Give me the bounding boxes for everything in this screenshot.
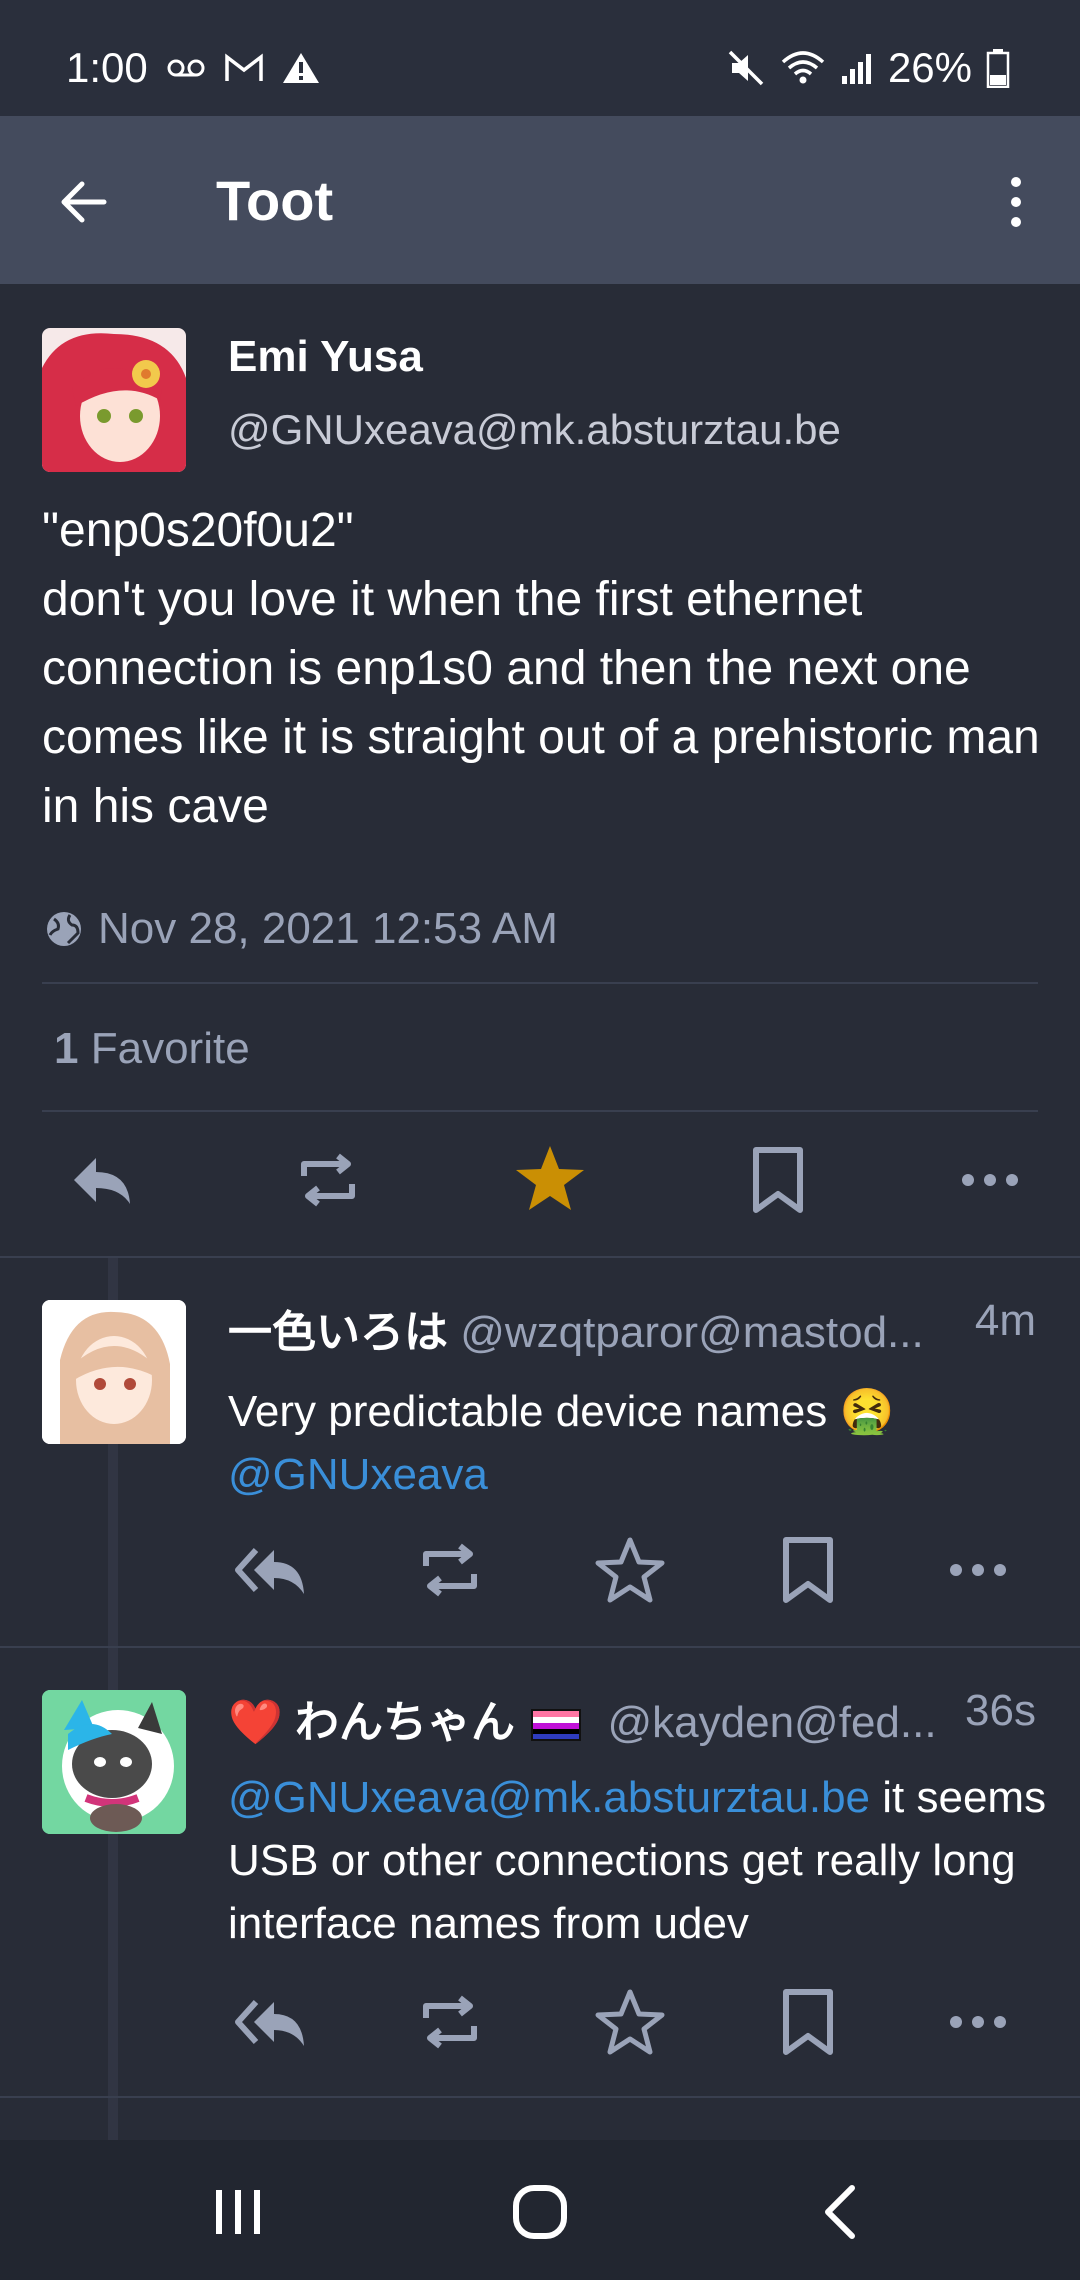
mention-link[interactable]: @GNUxeava [228,1443,1048,1506]
status-meta: Nov 28, 2021 12:53 AM [44,904,558,954]
mention-link[interactable]: @GNUxeava@mk.absturztau.be [228,1773,870,1822]
battery-icon [986,49,1010,88]
account-handle[interactable]: @wzqtparor@mastod... [460,1308,923,1357]
reply-content: Very predictable device names 🤮 @GNUxeav… [228,1380,1048,1506]
more-icon[interactable] [942,1986,1014,2058]
status-bar: 1:00 26% [0,0,1080,116]
back-icon[interactable] [810,2180,874,2244]
reply-text: Very predictable device names 🤮 [228,1387,895,1436]
relative-time: 4m [970,1296,1036,1346]
globe-icon [47,912,81,946]
more-icon[interactable] [954,1144,1026,1216]
bookmark-icon[interactable] [772,1986,844,2058]
account-handle[interactable]: @GNUxeava@mk.absturztau.be [228,406,841,454]
heart-emoji: ❤️ [228,1698,283,1747]
voicemail-icon [167,59,205,77]
overflow-menu-icon[interactable] [1002,172,1030,232]
reply-icon[interactable] [66,1144,138,1216]
reply-header: 一色いろは @wzqtparor@mastod... 4m [228,1296,1040,1360]
reply-content: @GNUxeava@mk.absturztau.be it seems USB … [228,1766,1048,1955]
avatar[interactable] [42,1300,186,1444]
content-line: don't you love it when the first etherne… [42,573,1040,833]
relative-time: 36s [961,1686,1036,1736]
recent-apps-icon[interactable] [206,2180,270,2244]
timestamp[interactable]: Nov 28, 2021 12:53 AM [98,904,558,954]
status-bar-left: 1:00 [66,44,320,92]
account-handle[interactable]: @kayden@fed... [608,1698,937,1747]
reply-item[interactable]: ❤️ わんちゃん @kayden@fed... 36s @GNUxeava@mk… [0,1648,1080,2096]
bookmark-icon[interactable] [742,1144,814,1216]
mute-icon [728,50,764,86]
favourite-star-icon[interactable] [594,1986,666,2058]
home-icon[interactable] [508,2180,572,2244]
favorites-count: 1 [54,1024,79,1073]
divider [42,982,1038,984]
boost-icon[interactable] [292,1144,364,1216]
main-status: Emi Yusa @GNUxeava@mk.absturztau.be "enp… [0,284,1080,1256]
reply-action-bar [0,1510,1080,1630]
page-title: Toot [216,169,334,232]
more-icon[interactable] [942,1534,1014,1606]
favorites-count-row[interactable]: 1 Favorite [54,1024,250,1074]
signal-icon [841,54,871,84]
avatar[interactable] [42,1690,186,1834]
display-name[interactable]: 一色いろは [228,1308,448,1357]
favourite-star-icon[interactable] [594,1534,666,1606]
gmail-icon [225,53,263,81]
divider [42,1110,1038,1112]
app-bar: Toot [0,116,1080,284]
status-bar-right: 26% [726,44,1010,92]
avatar[interactable] [42,328,186,472]
clock: 1:00 [66,44,148,91]
boost-icon[interactable] [414,1534,486,1606]
battery-percent: 26% [887,44,972,91]
bookmark-icon[interactable] [772,1534,844,1606]
wifi-icon [781,51,825,84]
genderfluid-flag-icon [531,1709,582,1741]
reply-all-icon[interactable] [234,1534,306,1606]
system-nav-bar [0,2140,1080,2280]
reply-all-icon[interactable] [234,1986,306,2058]
reply-header: ❤️ わんちゃん @kayden@fed... 36s [228,1686,1040,1750]
warning-icon [282,53,319,83]
divider [0,2096,1080,2098]
favorites-label: Favorite [90,1024,250,1073]
favourite-star-icon[interactable] [514,1142,586,1214]
reply-item[interactable]: 一色いろは @wzqtparor@mastod... 4m Very predi… [0,1258,1080,1646]
display-name[interactable]: Emi Yusa [228,332,423,382]
content-line: "enp0s20f0u2" [42,504,354,557]
back-arrow-icon[interactable] [52,170,116,234]
status-content: "enp0s20f0u2" don't you love it when the… [42,496,1042,841]
boost-icon[interactable] [414,1986,486,2058]
status-action-bar [0,1132,1080,1252]
reply-action-bar [0,1962,1080,2082]
display-name[interactable]: わんちゃん [295,1698,515,1747]
